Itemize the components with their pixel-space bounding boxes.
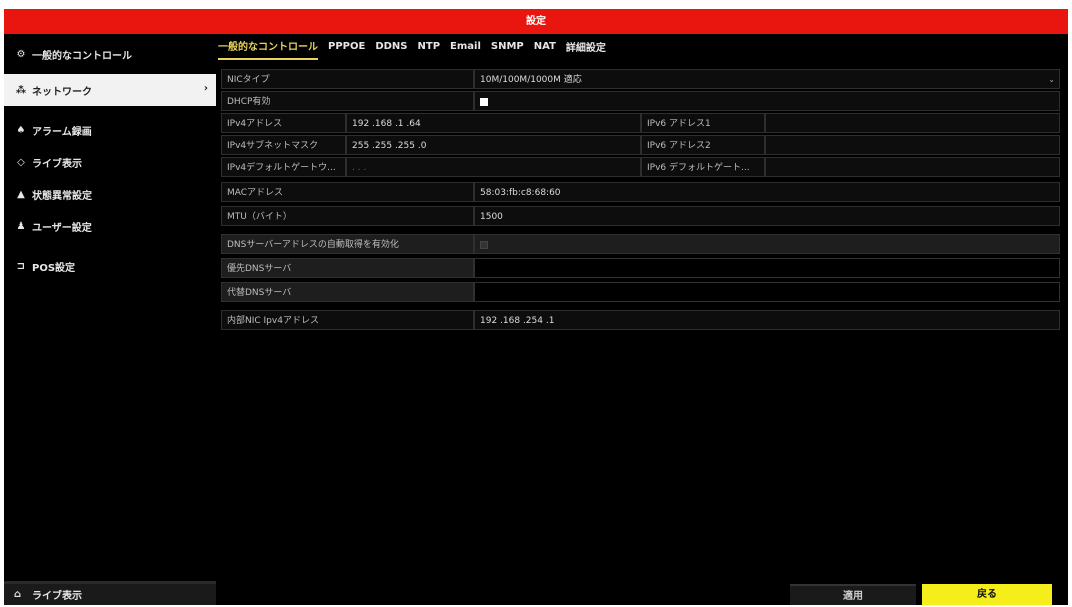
- dns-alternate-label: 代替DNSサーバ: [221, 282, 474, 302]
- internal-nic-row: 内部NIC Ipv4アドレス 192 .168 .254 .1: [221, 310, 1060, 330]
- sidebar-item-user[interactable]: ♟ ユーザー設定: [4, 210, 216, 242]
- dhcp-row: DHCP有効: [221, 91, 1060, 111]
- mac-address-label: MACアドレス: [221, 182, 474, 202]
- ipv4-address-field[interactable]: 192 .168 .1 .64: [346, 113, 641, 133]
- dns-primary-row: 優先DNSサーバ: [221, 258, 1060, 278]
- window-title: 設定: [4, 9, 1068, 34]
- dns-auto-checkbox[interactable]: [480, 241, 488, 249]
- screen: 設定 ⚙ 一般的なコントロール ⁂ ネットワーク › ♠ アラーム録画 ◇ ライ…: [0, 0, 1072, 605]
- dns-auto-row: DNSサーバーアドレスの自動取得を有効化: [221, 234, 1060, 254]
- ipv4-gateway-field[interactable]: . . .: [346, 157, 641, 177]
- chevron-down-icon: ⌄: [1048, 75, 1055, 84]
- dns-alternate-row: 代替DNSサーバ: [221, 282, 1060, 302]
- nic-type-value: 10M/100M/1000M 適応: [480, 75, 582, 85]
- chevron-right-icon: ›: [203, 83, 208, 94]
- tab-ddns[interactable]: DDNS: [375, 37, 407, 57]
- eye-icon: ◇: [17, 156, 25, 168]
- tab-nat[interactable]: NAT: [534, 37, 556, 57]
- sidebar-item-label: ユーザー設定: [32, 222, 92, 234]
- warning-icon: ▲: [17, 188, 25, 200]
- dns-primary-label: 優先DNSサーバ: [221, 258, 474, 278]
- internal-nic-field[interactable]: 192 .168 .254 .1: [474, 310, 1060, 330]
- ipv4-address-row: IPv4アドレス 192 .168 .1 .64 IPv6 アドレス1: [221, 113, 1060, 133]
- sidebar-item-exception[interactable]: ▲ 状態異常設定: [4, 178, 216, 210]
- apply-button[interactable]: 適用: [790, 584, 916, 605]
- tab-email[interactable]: Email: [450, 37, 481, 57]
- ipv6-address2-field[interactable]: [765, 135, 1060, 155]
- ipv4-gateway-label: IPv4デフォルトゲートウ...: [221, 157, 346, 177]
- sidebar-item-pos[interactable]: ⊐ POS設定: [4, 250, 216, 282]
- settings-window: ⚙ 一般的なコントロール ⁂ ネットワーク › ♠ アラーム録画 ◇ ライブ表示…: [4, 34, 1068, 605]
- gear-icon: ⚙: [16, 48, 26, 60]
- sidebar-item-label: ライブ表示: [32, 158, 82, 170]
- users-icon: ♟: [16, 220, 26, 232]
- sidebar-item-label: アラーム録画: [32, 126, 92, 138]
- sidebar-item-general[interactable]: ⚙ 一般的なコントロール: [4, 38, 216, 70]
- tab-snmp[interactable]: SNMP: [491, 37, 524, 57]
- internal-nic-label: 内部NIC Ipv4アドレス: [221, 310, 474, 330]
- tab-pppoe[interactable]: PPPOE: [328, 37, 365, 57]
- pos-icon: ⊐: [16, 260, 26, 272]
- dns-auto-label: DNSサーバーアドレスの自動取得を有効化: [221, 234, 474, 254]
- dns-alternate-field[interactable]: [474, 282, 1060, 302]
- sidebar-item-alarm[interactable]: ♠ アラーム録画: [4, 114, 216, 146]
- sidebar-item-label: 一般的なコントロール: [32, 50, 132, 62]
- mac-address-row: MACアドレス 58:03:fb:c8:68:60: [221, 182, 1060, 202]
- nic-type-label: NICタイプ: [221, 69, 474, 89]
- ipv4-mask-row: IPv4サブネットマスク 255 .255 .255 .0 IPv6 アドレス2: [221, 135, 1060, 155]
- nic-type-row: NICタイプ 10M/100M/1000M 適応 ⌄: [221, 69, 1060, 89]
- ipv6-gateway-label: IPv6 デフォルトゲート...: [641, 157, 765, 177]
- ipv6-address1-label: IPv6 アドレス1: [641, 113, 765, 133]
- live-view-label: ライブ表示: [32, 591, 82, 602]
- sidebar-item-live[interactable]: ◇ ライブ表示: [4, 146, 216, 178]
- ipv4-gateway-row: IPv4デフォルトゲートウ... . . . IPv6 デフォルトゲート...: [221, 157, 1060, 177]
- home-icon: ⌂: [14, 589, 22, 600]
- mtu-row: MTU（バイト） 1500: [221, 206, 1060, 226]
- dhcp-checkbox[interactable]: [480, 98, 488, 106]
- mtu-field[interactable]: 1500: [474, 206, 1060, 226]
- sidebar-item-network[interactable]: ⁂ ネットワーク ›: [4, 74, 216, 106]
- dns-primary-field[interactable]: [474, 258, 1060, 278]
- sidebar-item-label: 状態異常設定: [32, 190, 92, 202]
- sidebar-item-label: ネットワーク: [32, 86, 92, 98]
- tab-bar: 一般的なコントロール PPPOE DDNS NTP Email SNMP NAT…: [216, 34, 1068, 60]
- dhcp-label: DHCP有効: [221, 91, 474, 111]
- ipv6-gateway-field[interactable]: [765, 157, 1060, 177]
- mac-address-value: 58:03:fb:c8:68:60: [474, 182, 1060, 202]
- tab-general[interactable]: 一般的なコントロール: [218, 34, 318, 60]
- ipv6-address2-label: IPv6 アドレス2: [641, 135, 765, 155]
- ipv4-address-label: IPv4アドレス: [221, 113, 346, 133]
- alarm-icon: ♠: [16, 124, 26, 136]
- dhcp-cell: [474, 91, 1060, 111]
- ipv4-mask-field[interactable]: 255 .255 .255 .0: [346, 135, 641, 155]
- back-button[interactable]: 戻る: [922, 584, 1052, 605]
- nic-type-select[interactable]: 10M/100M/1000M 適応 ⌄: [474, 69, 1060, 89]
- tab-advanced[interactable]: 詳細設定: [566, 35, 606, 59]
- tab-ntp[interactable]: NTP: [418, 37, 441, 57]
- dns-auto-cell: [474, 234, 1060, 254]
- mtu-label: MTU（バイト）: [221, 206, 474, 226]
- ipv6-address1-field[interactable]: [765, 113, 1060, 133]
- sidebar-item-label: POS設定: [32, 262, 76, 274]
- live-view-button[interactable]: ⌂ ライブ表示: [4, 581, 216, 605]
- sidebar: ⚙ 一般的なコントロール ⁂ ネットワーク › ♠ アラーム録画 ◇ ライブ表示…: [4, 34, 216, 605]
- network-settings-panel: 一般的なコントロール PPPOE DDNS NTP Email SNMP NAT…: [216, 34, 1068, 605]
- network-icon: ⁂: [15, 84, 27, 96]
- ipv4-mask-label: IPv4サブネットマスク: [221, 135, 346, 155]
